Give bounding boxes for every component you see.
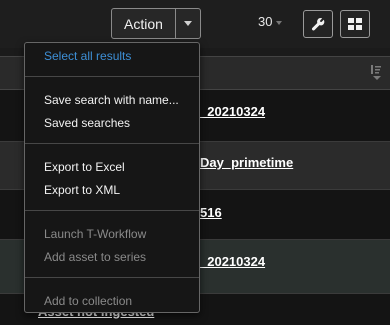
toolbar: Action 30 [0, 0, 390, 48]
results-per-page-select[interactable]: 30 [258, 14, 283, 29]
grid-view-icon [348, 18, 362, 30]
menu-divider [25, 76, 199, 77]
results-per-page-value: 30 [258, 14, 273, 29]
asset-link[interactable]: _20210324 [200, 254, 265, 269]
settings-button[interactable] [303, 10, 333, 38]
action-dropdown-menu: Select all results Save search with name… [24, 42, 200, 313]
asset-link[interactable]: 516 [200, 205, 222, 220]
menu-item-launch-workflow: Launch T-Workflow [44, 227, 147, 241]
asset-link[interactable]: _20210324 [200, 104, 265, 119]
menu-item-add-to-series: Add asset to series [44, 250, 147, 264]
menu-divider [25, 210, 199, 211]
menu-item-add-to-collection: Add to collection [44, 294, 133, 308]
sort-icon[interactable] [370, 63, 382, 81]
view-toggle-button[interactable] [340, 10, 370, 38]
chevron-down-icon [276, 20, 283, 25]
menu-item-export-excel[interactable]: Export to Excel [44, 160, 125, 174]
action-button-group: Action [111, 8, 201, 39]
chevron-down-icon [184, 21, 192, 26]
menu-item-export-xml[interactable]: Export to XML [44, 183, 120, 197]
menu-divider [25, 277, 199, 278]
menu-item-saved-searches[interactable]: Saved searches [44, 116, 130, 130]
menu-divider [25, 143, 199, 144]
asset-link[interactable]: Day_primetime [200, 155, 293, 170]
menu-item-select-all[interactable]: Select all results [44, 49, 131, 63]
menu-item-save-search[interactable]: Save search with name... [44, 93, 179, 107]
action-dropdown-toggle[interactable] [176, 9, 200, 38]
wrench-icon [311, 18, 325, 31]
action-button[interactable]: Action [112, 9, 176, 38]
